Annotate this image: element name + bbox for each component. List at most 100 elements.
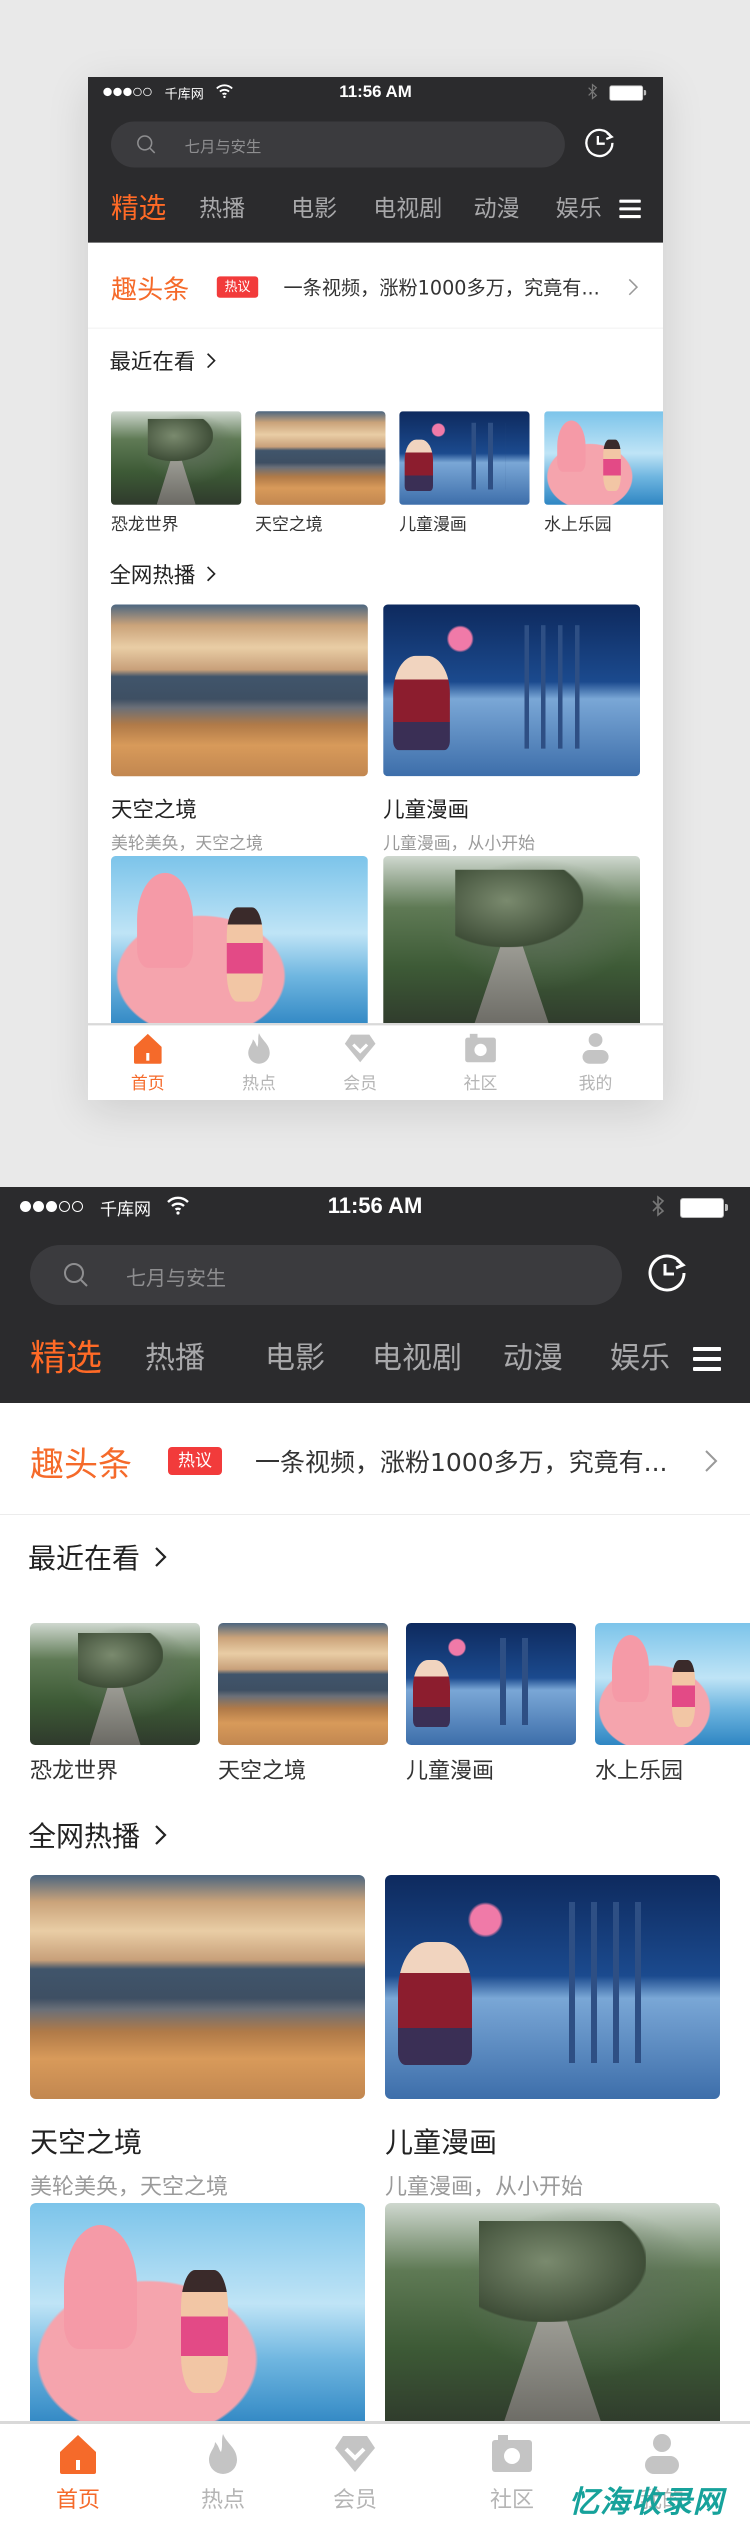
nav-vip[interactable]: 会员 xyxy=(322,1032,399,1095)
nav-community[interactable]: 社区 xyxy=(462,2432,562,2514)
hot-item[interactable]: 天空之境 美轮美奂，天空之境 xyxy=(30,1875,365,2201)
tab-dianying[interactable]: 电影 xyxy=(265,1329,325,1389)
status-time: 11:56 AM xyxy=(327,1193,423,1218)
search-input[interactable]: 七月与安生 xyxy=(111,121,565,168)
nav-community[interactable]: 社区 xyxy=(442,1032,519,1095)
phone-mockup-small: 千库网 11:56 AM 七月与安生 精选 热播 电影 电视剧 动漫 娱乐 趣头… xyxy=(88,77,663,1100)
tab-rebo[interactable]: 热播 xyxy=(199,186,245,232)
thumbnail-image xyxy=(30,1623,200,1745)
chevron-right-icon xyxy=(628,278,639,296)
hot-item[interactable]: 儿童漫画 儿童漫画，从小开始 xyxy=(385,1875,720,2201)
recent-item-label: 恐龙世界 xyxy=(111,515,179,535)
thumbnail-image xyxy=(544,411,663,505)
poster-image xyxy=(383,604,641,777)
user-icon xyxy=(645,2434,679,2474)
search-icon xyxy=(64,1263,88,1287)
tab-dianshiju[interactable]: 电视剧 xyxy=(373,186,442,232)
battery-icon xyxy=(680,1198,728,1218)
history-icon[interactable] xyxy=(583,126,617,160)
hot-item-title: 天空之境 xyxy=(30,2126,143,2159)
recent-item-label: 恐龙世界 xyxy=(30,1759,119,1784)
hot-item-subtitle: 美轮美奂，天空之境 xyxy=(30,2175,229,2200)
hot-item[interactable] xyxy=(385,2203,720,2427)
nav-hot-label: 热点 xyxy=(200,2488,245,2513)
recent-item-label: 水上乐园 xyxy=(544,515,612,535)
tab-jingxuan[interactable]: 精选 xyxy=(111,186,166,232)
recent-item-label: 天空之境 xyxy=(255,515,323,535)
recent-item[interactable]: 水上乐园 xyxy=(544,411,663,535)
hot-item[interactable] xyxy=(383,855,641,1028)
chevron-right-icon xyxy=(155,1825,167,1845)
bluetooth-icon xyxy=(588,83,598,100)
recent-item[interactable]: 儿童漫画 xyxy=(399,411,530,535)
hot-item[interactable] xyxy=(111,855,368,1028)
recent-item[interactable]: 恐龙世界 xyxy=(30,1623,200,1785)
nav-vip[interactable]: 会员 xyxy=(305,2432,405,2514)
tab-yule[interactable]: 娱乐 xyxy=(556,186,602,232)
tab-dianshiju[interactable]: 电视剧 xyxy=(372,1329,462,1389)
recent-section-title[interactable]: 最近在看 xyxy=(109,345,216,376)
nav-hot[interactable]: 热点 xyxy=(173,2432,273,2514)
thumbnail-image xyxy=(406,1623,576,1745)
hot-item[interactable]: 儿童漫画 儿童漫画，从小开始 xyxy=(383,604,641,854)
recent-item[interactable]: 恐龙世界 xyxy=(111,411,242,535)
status-bar: 千库网 11:56 AM xyxy=(0,1187,750,1227)
search-input[interactable]: 七月与安生 xyxy=(30,1245,622,1305)
bluetooth-icon xyxy=(652,1195,665,1217)
phone-mockup-large: 千库网 11:56 AM 七月与安生 精选 热播 电影 电视剧 动漫 娱乐 趣头… xyxy=(0,1187,750,2521)
poster-image xyxy=(30,2203,365,2427)
recent-item[interactable]: 天空之境 xyxy=(218,1623,388,1785)
recent-item-label: 水上乐园 xyxy=(595,1759,684,1784)
tab-dianying[interactable]: 电影 xyxy=(291,186,337,232)
tab-jingxuan[interactable]: 精选 xyxy=(30,1329,102,1389)
tab-dongman[interactable]: 动漫 xyxy=(503,1329,563,1389)
recent-item-label: 儿童漫画 xyxy=(406,1759,495,1784)
tab-dongman[interactable]: 动漫 xyxy=(474,186,520,232)
nav-home[interactable]: 首页 xyxy=(109,1032,186,1095)
headline-banner[interactable]: 趣头条 热议 一条视频，涨粉1000多万，究竟有... xyxy=(88,243,663,329)
poster-image xyxy=(111,855,368,1028)
nav-profile[interactable]: 我的 xyxy=(557,1032,634,1095)
thumbnail-image xyxy=(399,411,530,505)
app-screen: 千库网 11:56 AM 七月与安生 精选 热播 电影 电视剧 动漫 娱乐 趣头… xyxy=(0,1187,750,2521)
nav-home[interactable]: 首页 xyxy=(28,2432,128,2514)
chevron-right-icon xyxy=(207,353,216,369)
headline-banner[interactable]: 趣头条 热议 一条视频，涨粉1000多万，究竟有... xyxy=(0,1403,750,1515)
menu-icon[interactable] xyxy=(619,199,641,219)
recent-item[interactable]: 水上乐园 xyxy=(595,1623,750,1785)
chevron-right-icon xyxy=(155,1547,167,1567)
status-time: 11:56 AM xyxy=(339,81,412,101)
chevron-right-icon xyxy=(705,1450,718,1472)
thumbnail-image xyxy=(111,411,242,505)
recent-item[interactable]: 天空之境 xyxy=(255,411,386,535)
bottom-tab-bar: 首页 热点 会员 社区 我的 xyxy=(88,1023,663,1100)
menu-icon[interactable] xyxy=(693,1347,721,1371)
recent-item[interactable]: 儿童漫画 xyxy=(406,1623,576,1785)
poster-image xyxy=(30,1875,365,2099)
flame-icon xyxy=(248,1033,270,1064)
hot-section-title[interactable]: 全网热播 xyxy=(28,1815,168,1855)
hot-item-title: 儿童漫画 xyxy=(385,2126,498,2159)
thumbnail-image xyxy=(218,1623,388,1745)
tab-rebo[interactable]: 热播 xyxy=(145,1329,205,1389)
nav-hot[interactable]: 热点 xyxy=(221,1032,298,1095)
category-tabs: 精选 热播 电影 电视剧 动漫 娱乐 xyxy=(0,1329,750,1389)
tab-yule[interactable]: 娱乐 xyxy=(610,1329,670,1389)
diamond-icon xyxy=(344,1034,376,1063)
hot-item[interactable]: 天空之境 美轮美奂，天空之境 xyxy=(111,604,368,854)
history-icon[interactable] xyxy=(645,1251,689,1295)
recent-title-label: 最近在看 xyxy=(28,1542,141,1575)
home-icon xyxy=(134,1033,162,1064)
poster-image xyxy=(385,1875,720,2099)
thumbnail-image xyxy=(255,411,386,505)
camera-icon xyxy=(465,1033,496,1063)
nav-home-label: 首页 xyxy=(130,1074,165,1094)
hot-item-subtitle: 美轮美奂，天空之境 xyxy=(111,834,263,854)
recent-section-title[interactable]: 最近在看 xyxy=(28,1537,168,1577)
hot-item[interactable] xyxy=(30,2203,365,2427)
recent-item-label: 儿童漫画 xyxy=(399,515,467,535)
chevron-right-icon xyxy=(207,566,216,582)
hot-title-label: 全网热播 xyxy=(28,1820,141,1853)
hot-section-title[interactable]: 全网热播 xyxy=(109,558,216,589)
hot-badge: 热议 xyxy=(168,1447,222,1475)
